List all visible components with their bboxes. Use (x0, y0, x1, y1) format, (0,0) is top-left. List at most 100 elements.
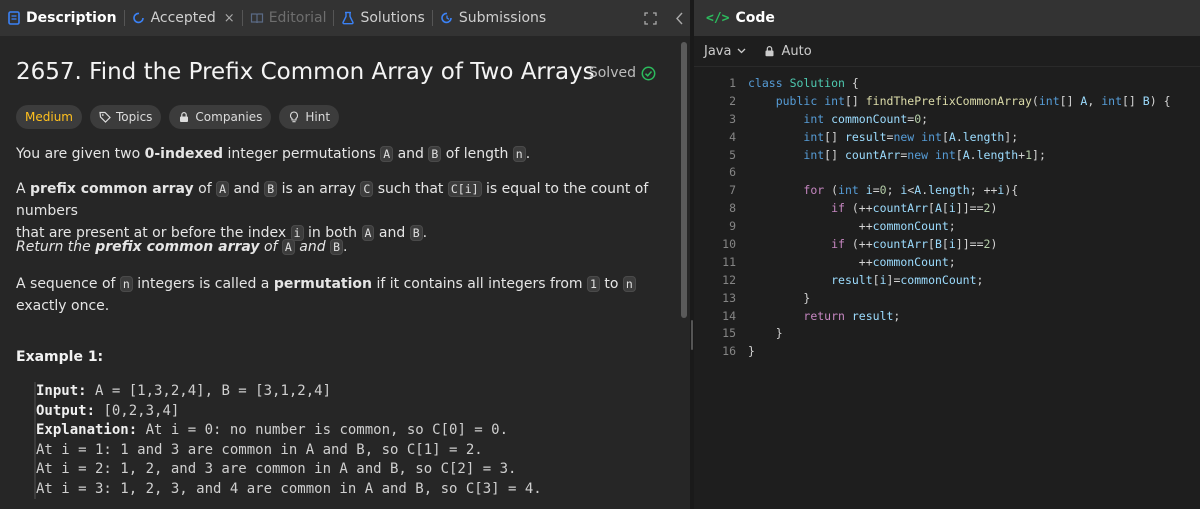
language-label: Java (704, 43, 732, 59)
code-line: 8 if (++countArr[A[i]]==2) (694, 200, 1200, 218)
inline-code: C (360, 181, 374, 197)
tab-description-label: Description (26, 10, 117, 26)
code-line: 6 (694, 164, 1200, 182)
code-panel-header: </> Code (694, 0, 1200, 36)
line-number: 6 (729, 165, 736, 180)
example-input-label: Input: (36, 383, 87, 399)
tab-description[interactable]: Description (0, 0, 124, 36)
chevron-left-icon[interactable] (675, 12, 684, 25)
example-block: Input: A = [1,3,2,4], B = [3,1,2,4] Outp… (34, 382, 542, 499)
tab-solutions[interactable]: Solutions (334, 0, 431, 36)
companies-button[interactable]: Companies (169, 105, 272, 129)
code-line: 15 } (694, 325, 1200, 343)
solved-label: Solved (588, 65, 636, 81)
statement-paragraph-4: A sequence of n integers is called a per… (16, 273, 656, 317)
example-title: Example 1: (16, 349, 104, 365)
code-icon: </> (706, 10, 730, 26)
description-panel: Description Accepted × Editorial Solutio… (0, 0, 690, 509)
maximize-icon[interactable] (644, 11, 657, 25)
code-line: 2 public int[] findThePrefixCommonArray(… (694, 93, 1200, 111)
hint-button[interactable]: Hint (279, 105, 340, 129)
solved-status: Solved (589, 65, 656, 81)
close-icon[interactable]: × (224, 11, 235, 26)
line-number: 7 (729, 183, 736, 198)
line-number: 8 (729, 201, 736, 216)
difficulty-badge: Medium (16, 105, 82, 129)
line-number: 12 (722, 272, 736, 287)
lightbulb-icon (290, 111, 299, 123)
line-number: 3 (729, 111, 736, 126)
inline-code: n (119, 276, 133, 292)
tab-submissions[interactable]: Submissions (433, 0, 553, 36)
statement-paragraph-3: Return the prefix common array of A and … (16, 236, 656, 258)
tag-row: Medium Topics Companies Hint (16, 105, 340, 129)
resize-grip[interactable] (691, 320, 693, 350)
example-output-label: Output: (36, 402, 96, 419)
line-number: 9 (729, 219, 736, 234)
editor-toolbar: Java Auto (694, 36, 1200, 67)
inline-code: C[i] (447, 181, 482, 197)
line-number: 2 (729, 93, 736, 108)
example-output: [0,2,3,4] (95, 402, 180, 419)
code-line: 11 ++commonCount; (694, 254, 1200, 272)
code-line: 3 int commonCount=0; (694, 111, 1200, 129)
text: exactly once. (16, 298, 110, 314)
tab-editorial-label: Editorial (268, 10, 327, 26)
text: of length (441, 146, 513, 162)
code-editor[interactable]: 1 class Solution { 2 public int[] findThe… (694, 75, 1200, 361)
code-line: 14 return result; (694, 308, 1200, 326)
lock-icon (180, 112, 189, 122)
bold-text: permutation (273, 276, 373, 292)
italic-text: and (294, 239, 331, 255)
tab-accepted-label: Accepted (150, 10, 216, 26)
language-select[interactable]: Java (704, 44, 746, 59)
line-number: 10 (722, 237, 736, 252)
tab-editorial[interactable]: Editorial (243, 0, 334, 36)
description-scrollbar[interactable] (681, 42, 687, 318)
book-icon (250, 13, 263, 24)
example-input: A = [1,3,2,4], B = [3,1,2,4] (86, 383, 332, 399)
example-explanation: At i = 0: no number is common, so C[0] =… (137, 422, 509, 438)
inline-code: A (216, 181, 230, 197)
history-icon (441, 12, 452, 24)
text: is an array (277, 181, 361, 197)
topics-label: Topics (115, 110, 153, 124)
text: and (393, 146, 429, 162)
text: of (193, 181, 217, 197)
text: . (525, 146, 531, 162)
line-number: 4 (729, 129, 736, 144)
text: A (16, 181, 31, 197)
inline-code: n (622, 276, 636, 292)
text: and (229, 181, 265, 197)
line-number: 13 (722, 290, 736, 305)
tab-solutions-label: Solutions (360, 10, 425, 26)
italic-text: of (259, 239, 282, 255)
code-line: 4 int[] result=new int[A.length]; (694, 129, 1200, 147)
code-line: 5 int[] countArr=new int[A.length+1]; (694, 147, 1200, 165)
difficulty-label: Medium (25, 110, 73, 124)
code-line: 1 class Solution { (694, 75, 1200, 93)
lock-icon (765, 46, 774, 57)
code-line: 13 } (694, 290, 1200, 308)
example-explanation-label: Explanation: (36, 422, 138, 438)
panel-tools (644, 0, 684, 36)
example-explanation-line: At i = 1: 1 and 3 are common in A and B,… (36, 441, 483, 458)
inline-code: n (512, 146, 526, 162)
code-line: 12 result[i]=commonCount; (694, 272, 1200, 290)
auto-mode[interactable]: Auto (764, 43, 812, 59)
line-number: 1 (729, 76, 736, 90)
example-explanation-line: At i = 2: 1, 2, and 3 are common in A an… (36, 461, 517, 477)
code-panel: </> Code Java Auto 1 class Solution { 2 p… (694, 0, 1200, 509)
text: You are given two (16, 146, 145, 162)
bold-text: prefix common array (30, 181, 194, 197)
accepted-icon (132, 12, 144, 24)
tab-accepted[interactable]: Accepted × (125, 0, 242, 36)
bold-italic-text: prefix common array (95, 239, 260, 255)
statement-paragraph-1: You are given two 0-indexed integer perm… (16, 143, 656, 165)
inline-code: B (264, 181, 278, 197)
tag-icon (99, 111, 111, 123)
auto-label: Auto (781, 43, 812, 59)
line-number: 14 (722, 308, 736, 323)
topics-button[interactable]: Topics (89, 105, 162, 129)
inline-code: B (428, 146, 442, 162)
